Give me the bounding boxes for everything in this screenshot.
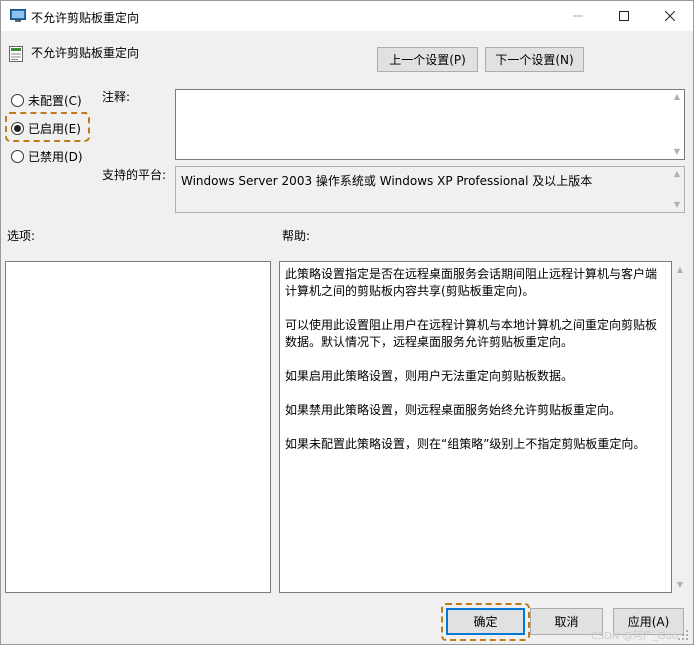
next-setting-button[interactable]: 下一个设置(N) xyxy=(485,47,584,72)
maximize-icon xyxy=(619,11,629,21)
options-label: 选项: xyxy=(7,229,36,243)
previous-setting-button[interactable]: 上一个设置(P) xyxy=(377,47,478,72)
policy-setting-icon xyxy=(9,46,23,62)
radio-not-configured[interactable]: 未配置(C) xyxy=(11,92,82,109)
supported-platform-value: Windows Server 2003 操作系统或 Windows XP Pro… xyxy=(181,174,593,188)
radio-label: 已禁用(D) xyxy=(28,150,83,164)
close-button[interactable] xyxy=(647,1,693,31)
close-icon xyxy=(665,11,675,21)
minimize-icon xyxy=(573,15,583,17)
help-paragraph: 如果禁用此策略设置，则远程桌面服务始终允许剪贴板重定向。 xyxy=(285,403,622,417)
ok-highlight-frame xyxy=(441,603,530,641)
help-paragraph: 此策略设置指定是否在远程桌面服务会话期间阻止远程计算机与客户端计算机之间的剪贴板… xyxy=(285,267,658,298)
window-title: 不允许剪贴板重定向 xyxy=(31,11,140,25)
help-paragraph: 如果启用此策略设置，则用户无法重定向剪贴板数据。 xyxy=(285,369,574,383)
scroll-up-icon[interactable]: ▲ xyxy=(672,169,682,179)
comment-textarea[interactable]: ▲ ▼ xyxy=(175,89,685,160)
scroll-up-icon[interactable]: ▲ xyxy=(672,92,682,102)
resize-grip-icon[interactable] xyxy=(677,629,689,641)
radio-label: 未配置(C) xyxy=(28,94,82,108)
policy-dialog: 不允许剪贴板重定向 不允许剪贴板重定向 上一个设置(P) 下一个设置(N) 未配… xyxy=(0,0,694,645)
scroll-down-icon[interactable]: ▼ xyxy=(675,580,685,589)
scroll-down-icon[interactable]: ▼ xyxy=(672,147,682,157)
radio-button-icon xyxy=(11,150,24,163)
platform-scrollbar[interactable]: ▲ ▼ xyxy=(670,167,684,212)
help-paragraph: 可以使用此设置阻止用户在远程计算机与本地计算机之间重定向剪贴板数据。默认情况下，… xyxy=(285,318,658,349)
supported-platform-box: Windows Server 2003 操作系统或 Windows XP Pro… xyxy=(175,166,685,213)
watermark: CSDN @阿广_Guo xyxy=(591,631,678,642)
scroll-down-icon[interactable]: ▼ xyxy=(672,200,682,210)
comment-scrollbar[interactable]: ▲ ▼ xyxy=(670,90,684,159)
minimize-button[interactable] xyxy=(555,1,601,31)
help-paragraph: 如果未配置此策略设置，则在“组策略”级别上不指定剪贴板重定向。 xyxy=(285,437,646,451)
supported-platform-label: 支持的平台: xyxy=(102,168,167,182)
help-pane: 此策略设置指定是否在远程桌面服务会话期间阻止远程计算机与客户端计算机之间的剪贴板… xyxy=(279,261,672,593)
help-label: 帮助: xyxy=(282,229,311,243)
policy-title: 不允许剪贴板重定向 xyxy=(31,46,140,60)
options-pane xyxy=(5,261,271,593)
help-scrollbar[interactable]: ▲ ▼ xyxy=(673,261,687,593)
enabled-highlight-frame xyxy=(5,112,90,142)
policy-app-icon xyxy=(10,9,26,22)
radio-button-icon xyxy=(11,94,24,107)
radio-disabled[interactable]: 已禁用(D) xyxy=(11,148,83,165)
scroll-up-icon[interactable]: ▲ xyxy=(675,265,685,274)
comment-label: 注释: xyxy=(102,90,131,104)
maximize-button[interactable] xyxy=(601,1,647,31)
title-bar[interactable]: 不允许剪贴板重定向 xyxy=(1,1,693,31)
